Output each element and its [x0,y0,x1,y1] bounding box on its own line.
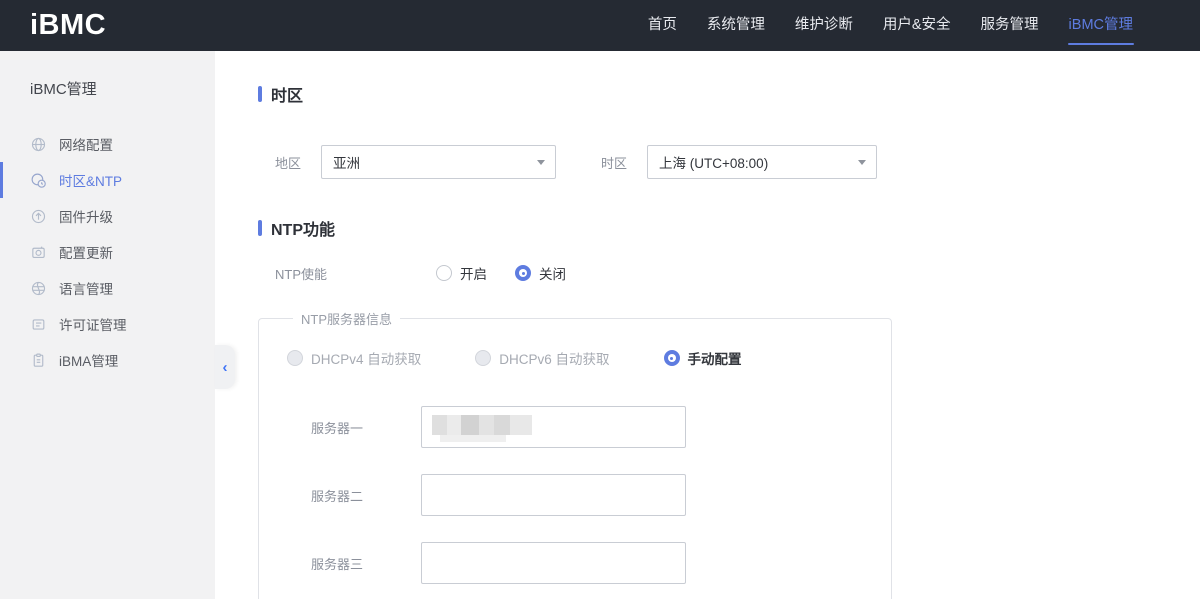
server-one-input-wrap [421,406,686,448]
sidebar: iBMC管理 网络配置 时区&NTP [0,51,215,599]
server-three-input[interactable] [421,542,686,584]
radio-checked-icon [515,265,531,281]
sidebar-item-timezone-ntp[interactable]: 时区&NTP [0,162,215,198]
sidebar-title: iBMC管理 [0,51,215,99]
radio-disabled-icon [475,350,491,366]
ibma-icon [30,352,47,369]
title-accent-bar [258,220,262,236]
network-icon [30,136,47,153]
section-title-text: 时区 [271,82,303,106]
ntp-server-legend: NTP服务器信息 [293,309,400,328]
server-two-input-wrap [421,474,686,516]
dhcpv6-auto-radio[interactable]: DHCPv6 自动获取 [475,348,609,368]
license-icon [30,316,47,333]
radio-label: 手动配置 [688,348,742,368]
nav-item-ibmc-management[interactable]: iBMC管理 [1054,0,1148,51]
ntp-enable-row: NTP使能 开启 关闭 [258,263,1200,283]
sidebar-item-label: 网络配置 [59,134,113,154]
timezone-select[interactable]: 上海 (UTC+08:00) [647,145,877,179]
region-select[interactable]: 亚洲 [321,145,556,179]
ntp-enable-on-radio[interactable]: 开启 [436,263,487,283]
nav-item-user-security[interactable]: 用户&安全 [868,0,966,51]
ibmc-logo: iBMC [0,0,106,51]
caret-down-icon [537,160,545,165]
server-two-row: 服务器二 [287,474,863,516]
nav-item-system-management[interactable]: 系统管理 [692,0,780,51]
radio-disabled-icon [287,350,303,366]
ntp-enable-off-radio[interactable]: 关闭 [515,263,566,283]
config-update-icon [30,244,47,261]
nav-item-home[interactable]: 首页 [633,0,692,51]
ntp-mode-row: DHCPv4 自动获取 DHCPv6 自动获取 手动配置 [287,348,863,368]
radio-checked-icon [664,350,680,366]
top-navbar: iBMC 首页 系统管理 维护诊断 用户&安全 服务管理 iBMC管理 [0,0,1200,51]
sidebar-item-ibma-management[interactable]: iBMA管理 [0,342,215,378]
language-icon [30,280,47,297]
radio-label: DHCPv6 自动获取 [499,348,609,368]
timezone-select-value: 上海 (UTC+08:00) [659,152,768,172]
server-one-label: 服务器一 [287,418,421,437]
sidebar-item-label: 时区&NTP [59,170,122,190]
timezone-label: 时区 [601,153,627,172]
title-accent-bar [258,86,262,102]
firmware-upgrade-icon [30,208,47,225]
sidebar-item-label: iBMA管理 [59,350,118,370]
dhcpv4-auto-radio[interactable]: DHCPv4 自动获取 [287,348,421,368]
caret-down-icon [858,160,866,165]
region-label: 地区 [275,153,301,172]
section-title-text: NTP功能 [271,216,335,240]
timezone-section-title: 时区 [258,82,1200,106]
timezone-ntp-icon [30,172,47,189]
chevron-left-icon: ‹ [223,360,228,375]
sidebar-item-firmware-upgrade[interactable]: 固件升级 [0,198,215,234]
sidebar-item-network-config[interactable]: 网络配置 [0,126,215,162]
server-three-label: 服务器三 [287,554,421,573]
region-select-value: 亚洲 [333,152,360,172]
server-one-input[interactable] [421,406,686,448]
radio-label: 开启 [460,263,487,283]
sidebar-item-label: 语言管理 [59,278,113,298]
sidebar-item-label: 配置更新 [59,242,113,262]
page-layout: iBMC管理 网络配置 时区&NTP [0,51,1200,599]
sidebar-item-license-management[interactable]: 许可证管理 [0,306,215,342]
ntp-enable-label: NTP使能 [275,264,436,283]
ntp-section-title: NTP功能 [258,216,1200,240]
sidebar-list: 网络配置 时区&NTP 固件升级 [0,126,215,378]
radio-unchecked-icon [436,265,452,281]
manual-config-radio[interactable]: 手动配置 [664,348,742,368]
radio-label: DHCPv4 自动获取 [311,348,421,368]
server-two-input[interactable] [421,474,686,516]
server-three-input-wrap [421,542,686,584]
timezone-form-row: 地区 亚洲 时区 上海 (UTC+08:00) [258,145,1200,179]
main-content: 时区 地区 亚洲 时区 上海 (UTC+08:00) NTP功能 NTP使能 [215,51,1200,599]
sidebar-item-label: 固件升级 [59,206,113,226]
sidebar-item-label: 许可证管理 [59,314,127,334]
top-nav-menu: 首页 系统管理 维护诊断 用户&安全 服务管理 iBMC管理 [633,0,1148,51]
ntp-server-fieldset: NTP服务器信息 DHCPv4 自动获取 DHCPv6 自动获取 手动配置 服务… [258,309,892,599]
server-three-row: 服务器三 [287,542,863,584]
sidebar-item-language-management[interactable]: 语言管理 [0,270,215,306]
timezone-select-group: 时区 上海 (UTC+08:00) [601,145,877,179]
nav-item-service-management[interactable]: 服务管理 [966,0,1054,51]
server-one-row: 服务器一 [287,406,863,448]
server-two-label: 服务器二 [287,486,421,505]
sidebar-collapse-button[interactable]: ‹ [215,345,235,389]
nav-item-maintenance-diagnosis[interactable]: 维护诊断 [780,0,868,51]
sidebar-item-config-update[interactable]: 配置更新 [0,234,215,270]
radio-label: 关闭 [539,263,566,283]
